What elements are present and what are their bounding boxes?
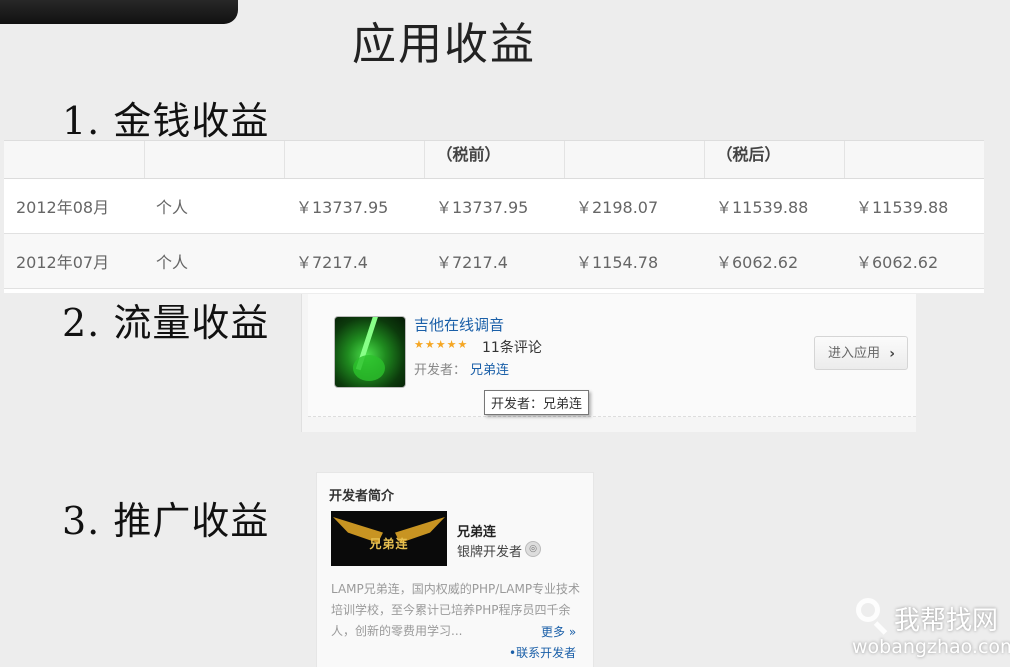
- table-header-cell: [284, 141, 425, 179]
- table-cell-type: 个人: [144, 233, 284, 289]
- developer-tooltip: 开发者：兄弟连: [484, 390, 590, 415]
- guitar-app-icon[interactable]: [334, 316, 406, 388]
- corner-banner: [0, 0, 238, 24]
- table-cell-total: ￥11539.88: [844, 178, 984, 234]
- table-header-cell: [564, 141, 705, 179]
- app-card: 吉他在线调音 ★★★★★ 11条评论 开发者： 兄弟连 开发者：兄弟连 进入应用…: [301, 294, 916, 432]
- table-header-cell: （税后）: [704, 141, 845, 179]
- enter-app-label: 进入应用: [828, 346, 881, 361]
- table-row: 2012年07月 个人 ￥7217.4 ￥7217.4 ￥1154.78 ￥60…: [4, 233, 984, 289]
- watermark-en-text: wobangzhao.com: [852, 636, 1010, 658]
- section-heading-money: 1. 金钱收益: [62, 99, 270, 143]
- magnifier-icon: [856, 598, 880, 622]
- review-count-link[interactable]: 11条评论: [482, 337, 542, 357]
- developer-logo[interactable]: 兄弟连: [331, 511, 447, 566]
- income-table: （税前） （税后） 2012年08月 个人 ￥13737.95 ￥13737.9…: [4, 140, 984, 293]
- chevron-right-icon: ›: [889, 346, 895, 362]
- table-cell-pretax: ￥7217.4: [424, 233, 564, 289]
- table-header-cell: （税前）: [424, 141, 565, 179]
- developer-name[interactable]: 兄弟连: [457, 521, 496, 540]
- app-name-link[interactable]: 吉他在线调音: [414, 314, 504, 335]
- table-cell-amount: ￥13737.95: [284, 178, 424, 234]
- table-cell-month: 2012年08月: [4, 178, 144, 234]
- logo-text: 兄弟连: [369, 537, 409, 551]
- table-cell-tax: ￥2198.07: [564, 178, 704, 234]
- developer-profile-header: 开发者简介: [329, 489, 395, 504]
- table-cell-total: ￥6062.62: [844, 233, 984, 289]
- developer-name-link[interactable]: 兄弟连: [470, 359, 509, 378]
- contact-developer-link[interactable]: •联系开发者: [509, 644, 576, 661]
- enter-app-button[interactable]: 进入应用 ›: [814, 336, 908, 370]
- table-cell-month: 2012年07月: [4, 233, 144, 289]
- developer-level: 银牌开发者: [457, 545, 523, 560]
- app-card-body: 吉他在线调音 ★★★★★ 11条评论 开发者： 兄弟连 开发者：兄弟连 进入应用…: [308, 294, 916, 417]
- table-cell-pretax: ￥13737.95: [424, 178, 564, 234]
- table-cell-tax: ￥1154.78: [564, 233, 704, 289]
- badge-icon: ◎: [525, 541, 541, 557]
- watermark: 我帮找网 wobangzhao.com: [852, 596, 1010, 662]
- more-link[interactable]: 更多 »: [541, 623, 576, 640]
- table-cell-aftertax: ￥6062.62: [704, 233, 844, 289]
- table-header-cell: [144, 141, 285, 179]
- table-row: 2012年08月 个人 ￥13737.95 ￥13737.95 ￥2198.07…: [4, 178, 984, 234]
- table-cell-amount: ￥7217.4: [284, 233, 424, 289]
- section-heading-promotion: 3. 推广收益: [62, 499, 270, 543]
- table-header-cell: [4, 141, 145, 179]
- rating-stars-icon: ★★★★★: [414, 338, 469, 351]
- section-heading-traffic: 2. 流量收益: [62, 301, 270, 345]
- table-cell-aftertax: ￥11539.88: [704, 178, 844, 234]
- watermark-cn-text: 我帮找网: [894, 606, 999, 636]
- table-cell-type: 个人: [144, 178, 284, 234]
- slide-title: 应用收益: [352, 19, 536, 70]
- developer-profile-panel: 开发者简介 兄弟连 兄弟连 银牌开发者 ◎ LAMP兄弟连，国内权威的PHP/L…: [316, 472, 594, 667]
- developer-label: 开发者：: [414, 363, 467, 378]
- table-header-cell: [844, 141, 984, 179]
- table-header-row: （税前） （税后）: [4, 141, 984, 179]
